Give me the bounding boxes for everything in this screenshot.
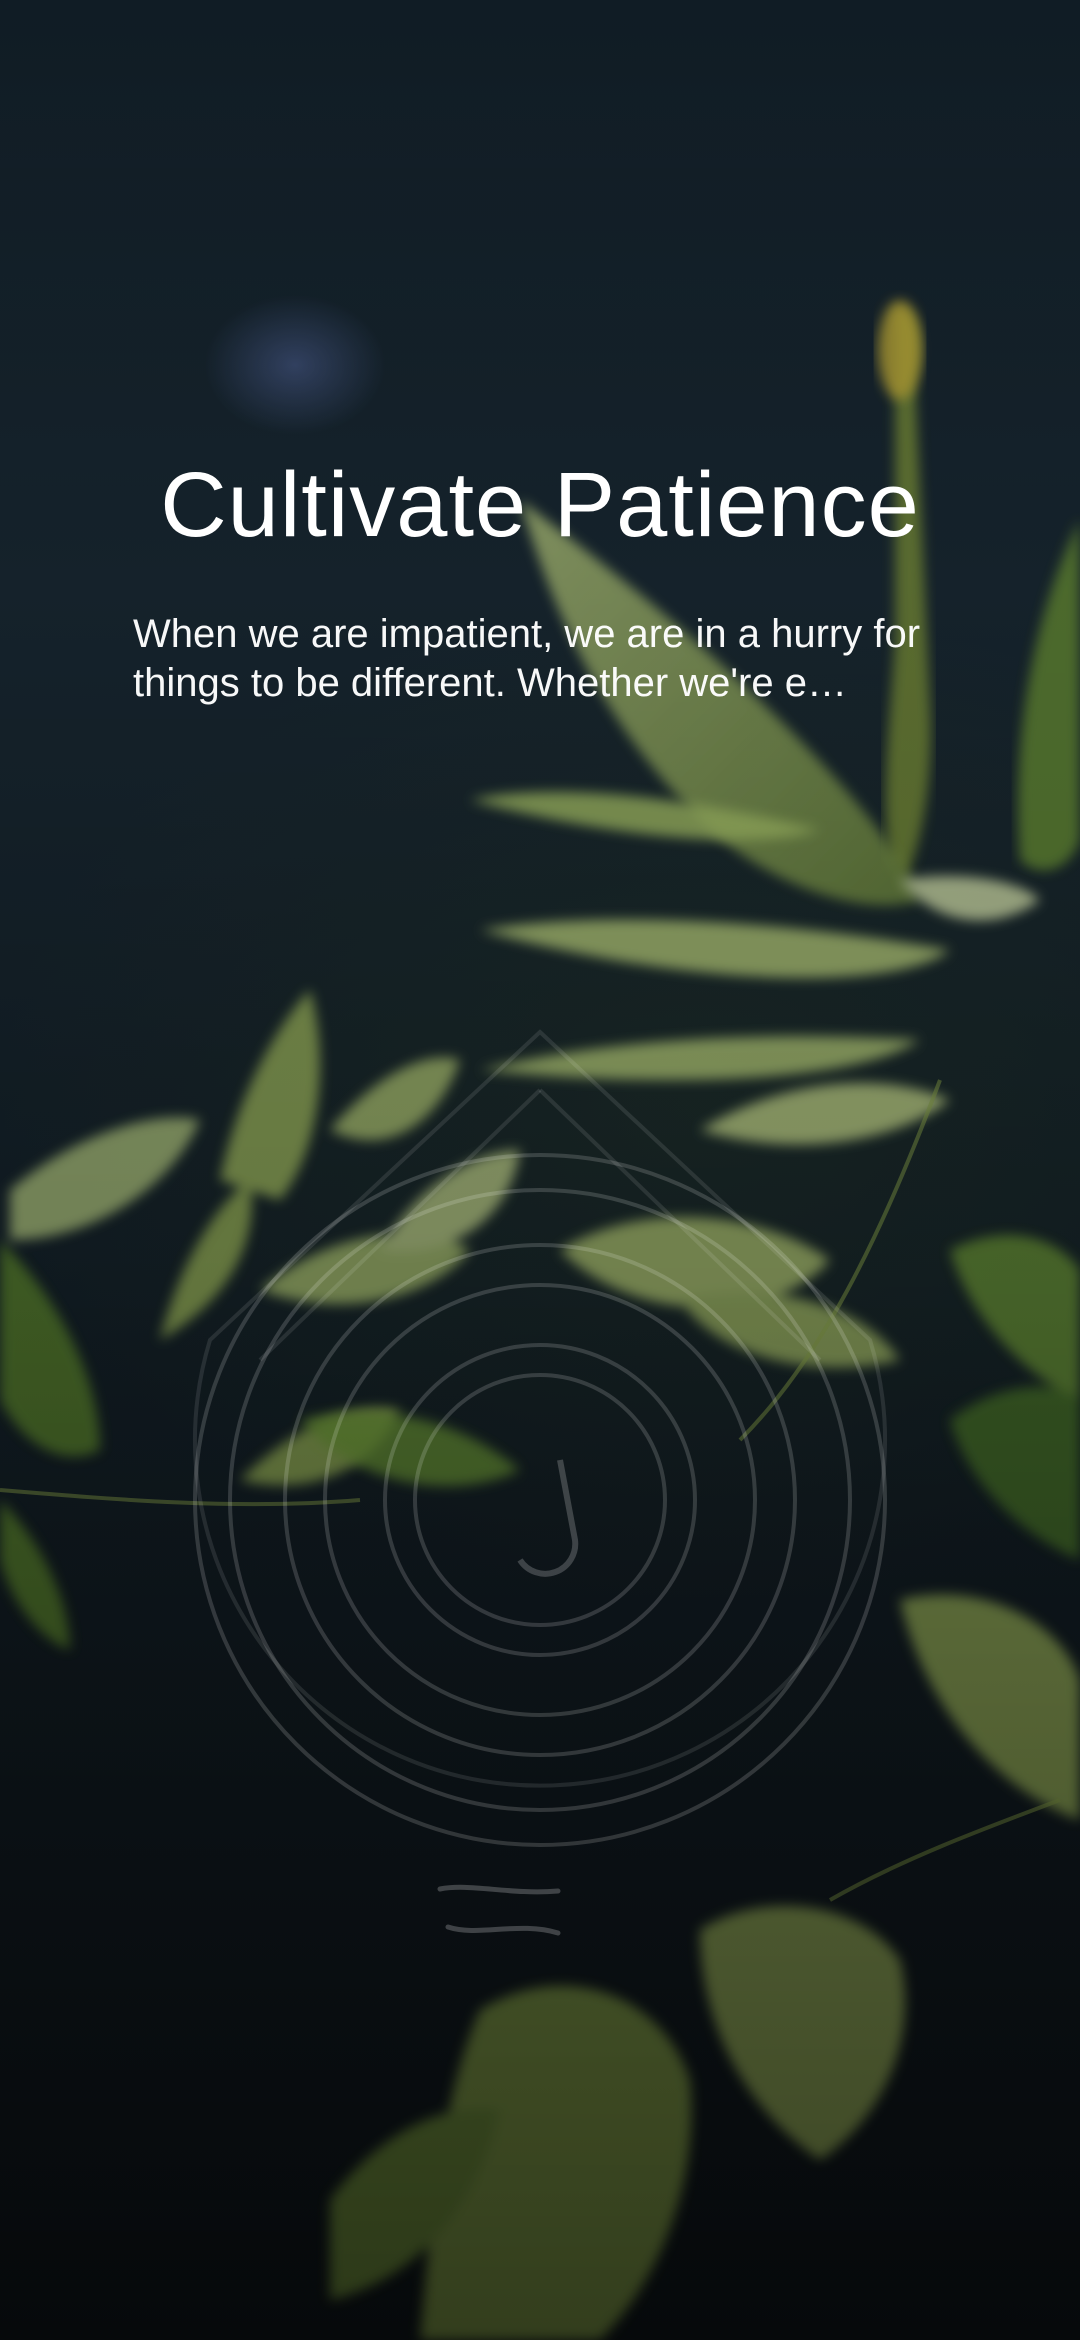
description-text: When we are impatient, we are in a hurry… xyxy=(133,612,921,705)
swipe-handle-icon[interactable] xyxy=(430,1875,570,1945)
concentric-rings-timer-icon[interactable] xyxy=(180,1020,900,1980)
meditation-card-screen: Cultivate Patience When we are impatient… xyxy=(0,0,1080,2340)
page-title: Cultivate Patience xyxy=(160,454,920,556)
